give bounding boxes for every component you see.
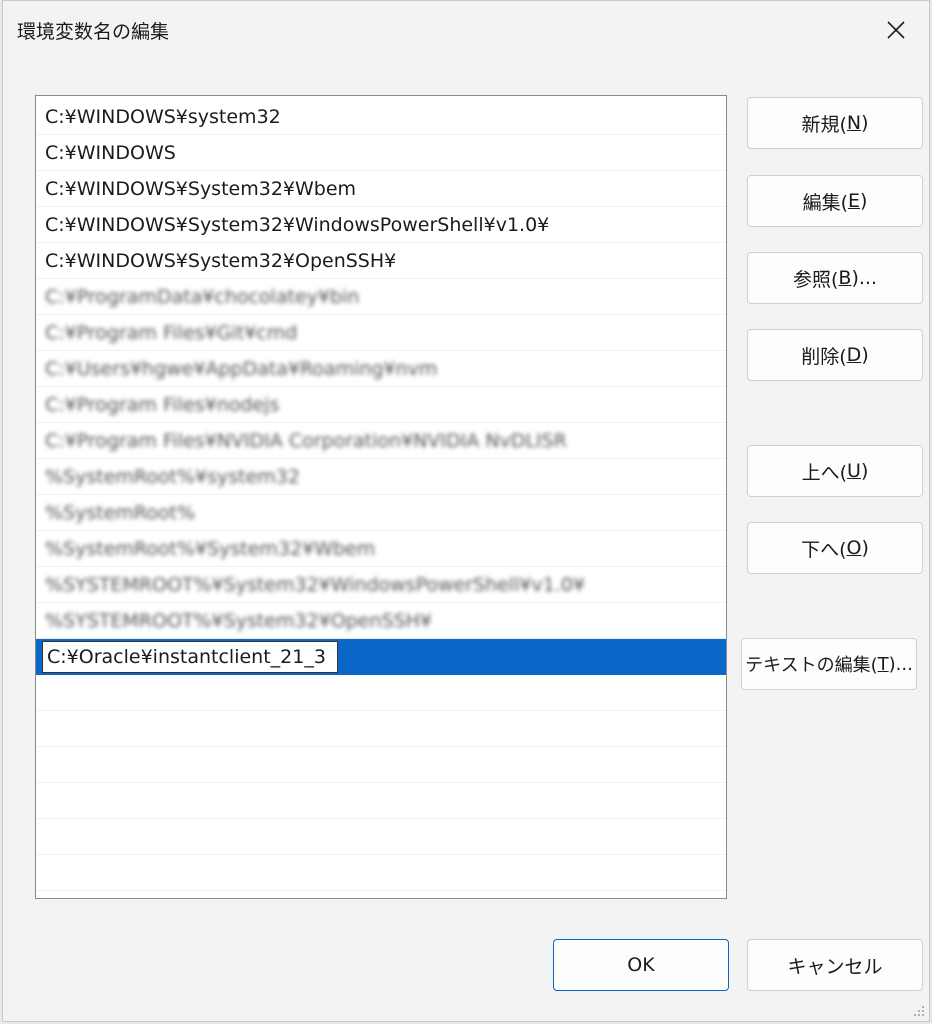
title-bar: 環境変数名の編集 bbox=[3, 1, 929, 59]
empty-row[interactable] bbox=[36, 783, 726, 819]
list-item-text: %SystemRoot% bbox=[45, 502, 196, 524]
empty-row[interactable] bbox=[36, 675, 726, 711]
edit-text-button[interactable]: テキストの編集(T)... bbox=[741, 638, 917, 690]
list-item-text: %SYSTEMROOT%¥System32¥OpenSSH¥ bbox=[45, 610, 433, 632]
list-item-text: C:¥WINDOWS¥system32 bbox=[45, 106, 281, 128]
list-item[interactable]: %SYSTEMROOT%¥System32¥WindowsPowerShell¥… bbox=[36, 567, 726, 603]
path-edit-input[interactable] bbox=[42, 641, 338, 673]
list-item-text: C:¥Users¥hgwe¥AppData¥Roaming¥nvm bbox=[45, 358, 438, 380]
list-item-selected[interactable] bbox=[36, 639, 726, 675]
list-item[interactable]: C:¥WINDOWS bbox=[36, 135, 726, 171]
move-up-button[interactable]: 上へ(U) bbox=[747, 445, 923, 497]
list-item-text: %SystemRoot%¥System32¥Wbem bbox=[45, 538, 376, 560]
list-item-text: C:¥WINDOWS¥System32¥Wbem bbox=[45, 178, 357, 200]
list-item-text: C:¥WINDOWS¥System32¥WindowsPowerShell¥v1… bbox=[45, 214, 550, 236]
list-item[interactable]: C:¥ProgramData¥chocolatey¥bin bbox=[36, 279, 726, 315]
empty-row[interactable] bbox=[36, 819, 726, 855]
list-item-text: C:¥Program Files¥NVIDIA Corporation¥NVID… bbox=[45, 430, 567, 452]
list-item[interactable]: %SystemRoot% bbox=[36, 495, 726, 531]
new-button[interactable]: 新規(N) bbox=[747, 97, 923, 149]
edit-button[interactable]: 編集(E) bbox=[747, 175, 923, 227]
list-item[interactable]: C:¥Program Files¥nodejs bbox=[36, 387, 726, 423]
list-item[interactable]: %SYSTEMROOT%¥System32¥OpenSSH¥ bbox=[36, 603, 726, 639]
edit-environment-variable-dialog: 環境変数名の編集 C:¥WINDOWS¥system32 C:¥WINDOWS C:… bbox=[2, 0, 930, 1022]
list-item[interactable]: C:¥WINDOWS¥System32¥OpenSSH¥ bbox=[36, 243, 726, 279]
list-item-text: C:¥WINDOWS¥System32¥OpenSSH¥ bbox=[45, 250, 397, 272]
list-item[interactable]: C:¥Program Files¥NVIDIA Corporation¥NVID… bbox=[36, 423, 726, 459]
list-item-text: %SystemRoot%¥system32 bbox=[45, 466, 300, 488]
empty-row[interactable] bbox=[36, 711, 726, 747]
list-item[interactable]: %SystemRoot%¥System32¥Wbem bbox=[36, 531, 726, 567]
delete-button[interactable]: 削除(D) bbox=[747, 329, 923, 381]
path-list[interactable]: C:¥WINDOWS¥system32 C:¥WINDOWS C:¥WINDOWS¥… bbox=[35, 95, 727, 899]
close-icon bbox=[887, 21, 905, 39]
list-item[interactable]: C:¥WINDOWS¥System32¥WindowsPowerShell¥v1… bbox=[36, 207, 726, 243]
empty-row[interactable] bbox=[36, 747, 726, 783]
empty-row[interactable] bbox=[36, 855, 726, 891]
list-item[interactable]: C:¥WINDOWS¥system32 bbox=[36, 99, 726, 135]
close-button[interactable] bbox=[873, 9, 919, 51]
list-item-text: C:¥Program Files¥nodejs bbox=[45, 394, 280, 416]
list-item-text: C:¥WINDOWS bbox=[45, 142, 176, 164]
list-item-text: C:¥Program Files¥Git¥cmd bbox=[45, 322, 298, 344]
cancel-button[interactable]: キャンセル bbox=[747, 939, 923, 991]
ok-button[interactable]: OK bbox=[553, 939, 729, 991]
move-down-button[interactable]: 下へ(O) bbox=[747, 522, 923, 574]
dialog-title: 環境変数名の編集 bbox=[17, 21, 170, 43]
list-item-text: %SYSTEMROOT%¥System32¥WindowsPowerShell¥… bbox=[45, 574, 586, 596]
resize-grip-icon[interactable] bbox=[913, 1005, 925, 1017]
list-item[interactable]: C:¥WINDOWS¥System32¥Wbem bbox=[36, 171, 726, 207]
list-item-text: C:¥ProgramData¥chocolatey¥bin bbox=[45, 286, 360, 308]
list-item[interactable]: %SystemRoot%¥system32 bbox=[36, 459, 726, 495]
list-item[interactable]: C:¥Users¥hgwe¥AppData¥Roaming¥nvm bbox=[36, 351, 726, 387]
browse-button[interactable]: 参照(B)... bbox=[747, 252, 923, 304]
list-item[interactable]: C:¥Program Files¥Git¥cmd bbox=[36, 315, 726, 351]
